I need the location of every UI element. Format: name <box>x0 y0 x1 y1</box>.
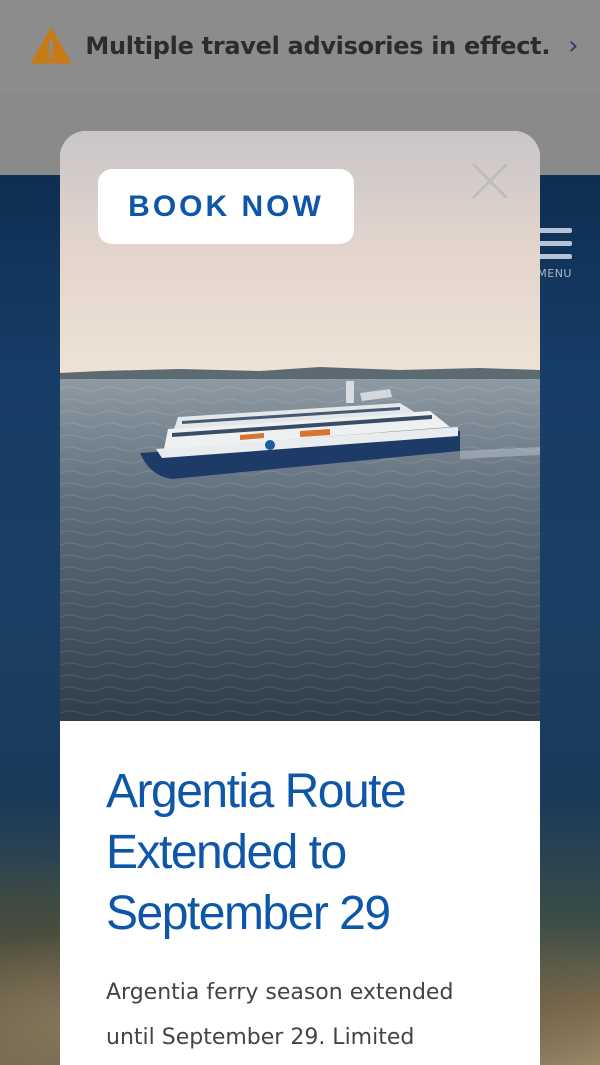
promo-modal: BOOK NOW Argentia Route Extended to Sept… <box>60 131 540 1065</box>
chevron-right-icon[interactable]: › <box>568 31 578 61</box>
modal-title: Argentia Route Extended to September 29 <box>106 765 407 940</box>
advisory-text[interactable]: Multiple travel advisories in effect. <box>85 32 550 60</box>
modal-description: Argentia ferry season extended until Sep… <box>106 980 454 1050</box>
book-now-button[interactable]: BOOK NOW <box>98 169 354 244</box>
close-icon[interactable] <box>470 161 510 201</box>
advisory-bar[interactable]: Multiple travel advisories in effect. › <box>0 0 600 92</box>
modal-body: Argentia Route Extended to September 29 … <box>60 721 540 1065</box>
warning-icon <box>31 28 71 64</box>
